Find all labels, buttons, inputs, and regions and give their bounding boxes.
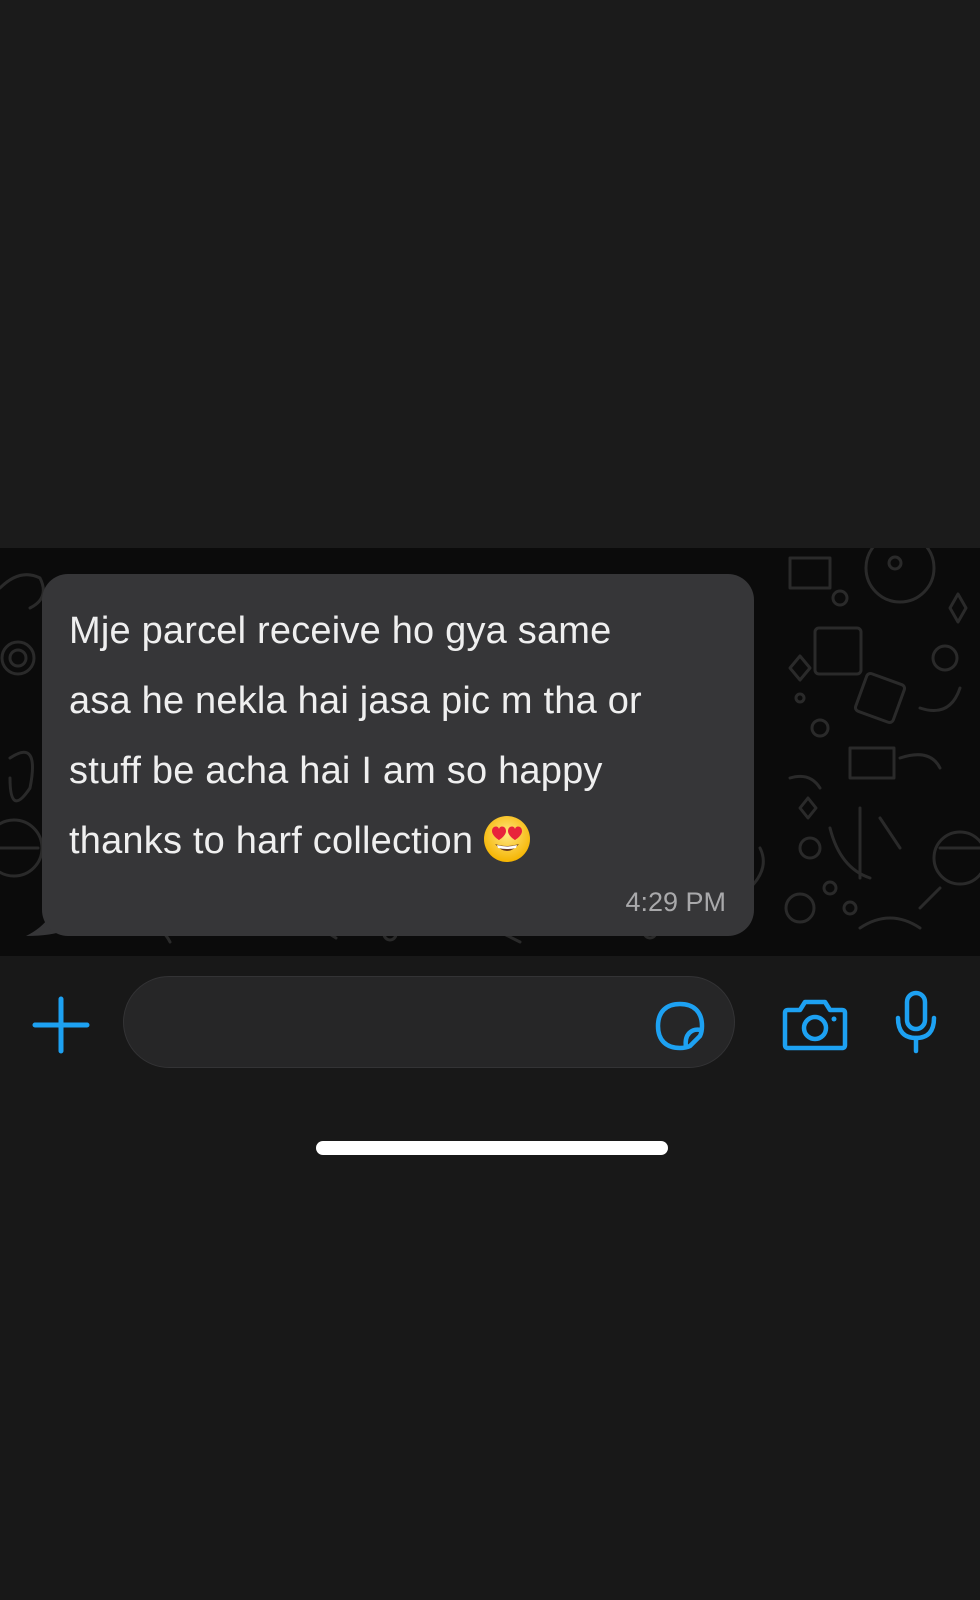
microphone-icon[interactable] <box>892 990 940 1054</box>
bottom-empty-area <box>0 1176 980 1600</box>
incoming-message-bubble[interactable]: Mje parcel receive ho gya same asa he ne… <box>42 574 754 936</box>
camera-icon[interactable] <box>782 996 848 1052</box>
message-text: Mje parcel receive ho gya same asa he ne… <box>69 596 726 876</box>
heart-eyes-emoji-icon <box>484 816 531 862</box>
home-indicator[interactable] <box>316 1141 668 1155</box>
message-timestamp: 4:29 PM <box>625 887 726 917</box>
plus-icon[interactable] <box>30 994 92 1056</box>
sticker-icon[interactable] <box>654 1000 706 1052</box>
message-body: Mje parcel receive ho gya same asa he ne… <box>69 610 642 862</box>
top-empty-area <box>0 0 980 548</box>
message-input[interactable] <box>123 976 735 1068</box>
